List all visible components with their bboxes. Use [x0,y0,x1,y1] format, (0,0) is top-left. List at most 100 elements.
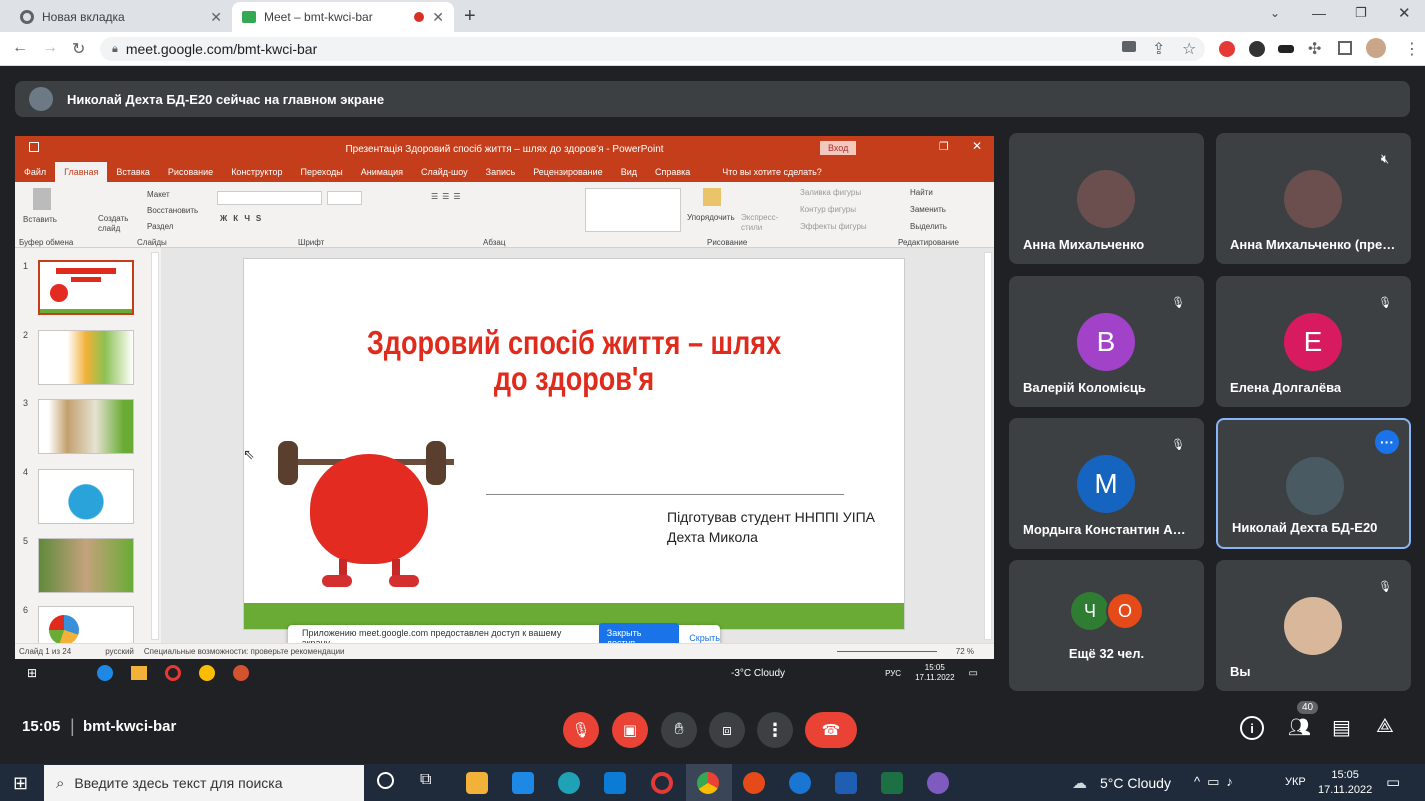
quick-styles-button[interactable]: Экспресс-стили [741,213,785,233]
chat-icon[interactable]: ▤ [1332,715,1351,740]
extension-icon[interactable] [1249,41,1265,57]
windows-search-box[interactable]: ⌕ Введите здесь текст для поиска [44,765,364,801]
thumbnail-scrollbar[interactable] [151,252,159,640]
slide-thumbnail-4[interactable] [38,469,134,524]
more-options-button[interactable]: ⋮ [757,712,793,748]
menu-design[interactable]: Конструктор [222,162,291,182]
system-clock[interactable]: 15:05 17.11.2022 [1318,768,1372,798]
reset-button[interactable]: Восстановить [147,206,198,215]
omnibox[interactable]: 🔒︎ meet.google.com/bmt-kwci-bar [100,37,1205,61]
raise-hand-button[interactable]: ✋︎ [661,712,697,748]
chrome-icon[interactable] [697,772,719,794]
store-icon[interactable] [512,772,534,794]
present-button[interactable]: ⧈ [709,712,745,748]
slide-thumbnail-3[interactable] [38,399,134,454]
shape-fill-button[interactable]: Заливка фигуры [800,188,861,197]
camera-toggle-button[interactable]: ▣ [612,712,648,748]
zoom-slider[interactable] [837,651,937,652]
participant-tile[interactable]: 🎙︎ B Валерій Коломієць [1009,276,1204,407]
login-button[interactable]: Вход [820,141,857,155]
more-options-icon[interactable]: ··· [1375,430,1399,454]
new-tab-button[interactable]: + [464,5,476,28]
font-family-select[interactable] [217,191,322,205]
bookmark-star-icon[interactable]: ☆ [1182,39,1196,59]
opera-icon[interactable] [651,772,673,794]
camera-icon[interactable] [1122,41,1136,52]
keyboard-language[interactable]: УКР [1285,776,1306,788]
participant-tile[interactable]: Анна Михальченко [1009,133,1204,264]
layout-button[interactable]: Макет [147,190,170,199]
notification-center-icon[interactable]: ▭ [1386,773,1400,791]
menu-view[interactable]: Вид [612,162,646,182]
cortana-icon[interactable] [377,772,394,789]
weather-text[interactable]: 5°C Cloudy [1100,775,1171,791]
forward-icon[interactable]: → [42,39,58,57]
canvas-scrollbar[interactable] [984,252,992,640]
slide-thumbnail-1[interactable] [38,260,134,315]
font-style-buttons[interactable]: ЖКЧS [220,214,267,223]
mic-toggle-button[interactable]: 🎙︎ [563,712,599,748]
menu-dots-icon[interactable]: ⋮ [1404,39,1420,59]
task-view-icon[interactable]: ⧉ [420,771,431,789]
ppt-maximize-icon[interactable]: ❐ [939,140,949,153]
hide-notice-button[interactable]: Скрыть [689,633,720,643]
app-icon[interactable] [789,772,811,794]
side-panel-icon[interactable] [1338,41,1352,55]
accessibility-status[interactable]: Специальные возможности: проверьте реком… [144,647,345,656]
menu-animations[interactable]: Анимация [352,162,412,182]
glasses-extension-icon[interactable] [1278,45,1294,53]
app-icon[interactable] [743,772,765,794]
menu-file[interactable]: Файл [15,162,55,182]
file-explorer-icon[interactable] [466,772,488,794]
app-icon[interactable] [604,772,626,794]
paragraph-buttons[interactable]: ☰☰☰ [431,192,465,201]
shapes-gallery[interactable] [585,188,681,232]
shape-outline-button[interactable]: Контур фигуры [800,205,856,214]
slide-thumbnail-6[interactable] [38,606,134,645]
menu-slideshow[interactable]: Слайд-шоу [412,162,477,182]
maximize-icon[interactable]: ❐ [1355,5,1367,21]
replace-button[interactable]: Заменить [910,205,946,214]
more-participants-tile[interactable]: Ч О Ещё 32 чел. [1009,560,1204,691]
tray-icons[interactable]: ^▭♪ [1194,774,1240,790]
menu-record[interactable]: Запись [477,162,525,182]
language-status[interactable]: русский [105,647,134,656]
close-tab-icon[interactable]: ✕ [432,9,444,26]
menu-home[interactable]: Главная [55,162,108,182]
self-tile[interactable]: 🎙︎ Вы [1216,560,1411,691]
windows-start-icon[interactable]: ⊞ [13,773,28,794]
tab-new-tab[interactable]: Новая вкладка ✕ [10,2,232,32]
participant-tile[interactable]: 🎙︎ M Мордыга Константин А… [1009,418,1204,549]
section-button[interactable]: Раздел [147,222,173,231]
people-icon[interactable]: 👥︎ [1288,717,1311,738]
ppt-close-icon[interactable]: ✕ [972,139,982,153]
close-tab-icon[interactable]: ✕ [210,9,222,26]
menu-help[interactable]: Справка [646,162,699,182]
participant-tile-active[interactable]: ··· Николай Дехта БД-Е20 [1216,418,1411,549]
tab-meet[interactable]: Meet – bmt-kwci-bar ✕ [232,2,454,32]
menu-transitions[interactable]: Переходы [292,162,352,182]
participant-tile[interactable]: 🎙︎ E Елена Долгалёва [1216,276,1411,407]
participant-tile[interactable]: 🔇︎ Анна Михальченко (пре… [1216,133,1411,264]
slide-thumbnail-2[interactable] [38,330,134,385]
save-icon[interactable] [29,142,39,152]
extensions-puzzle-icon[interactable]: ✣ [1308,39,1321,59]
close-window-icon[interactable]: ✕ [1398,4,1411,22]
slide-thumbnail-5[interactable] [38,538,134,593]
activities-icon[interactable]: ⟁ [1376,715,1394,738]
find-button[interactable]: Найти [910,188,933,197]
paste-button[interactable]: Вставить [23,215,57,224]
font-size-select[interactable] [327,191,362,205]
menu-draw[interactable]: Рисование [159,162,222,182]
tab-search-icon[interactable]: ⌄ [1270,6,1280,20]
arrange-button[interactable]: Упорядочить [687,213,735,222]
back-icon[interactable]: ← [12,39,28,57]
share-page-icon[interactable]: ⇪ [1152,39,1165,59]
opera-extension-icon[interactable] [1219,41,1235,57]
zoom-level[interactable]: 72 % [956,647,974,656]
excel-icon[interactable] [881,772,903,794]
meeting-details-icon[interactable]: i [1240,716,1264,740]
menu-review[interactable]: Рецензирование [524,162,612,182]
viber-icon[interactable] [927,772,949,794]
edge-icon[interactable] [558,772,580,794]
